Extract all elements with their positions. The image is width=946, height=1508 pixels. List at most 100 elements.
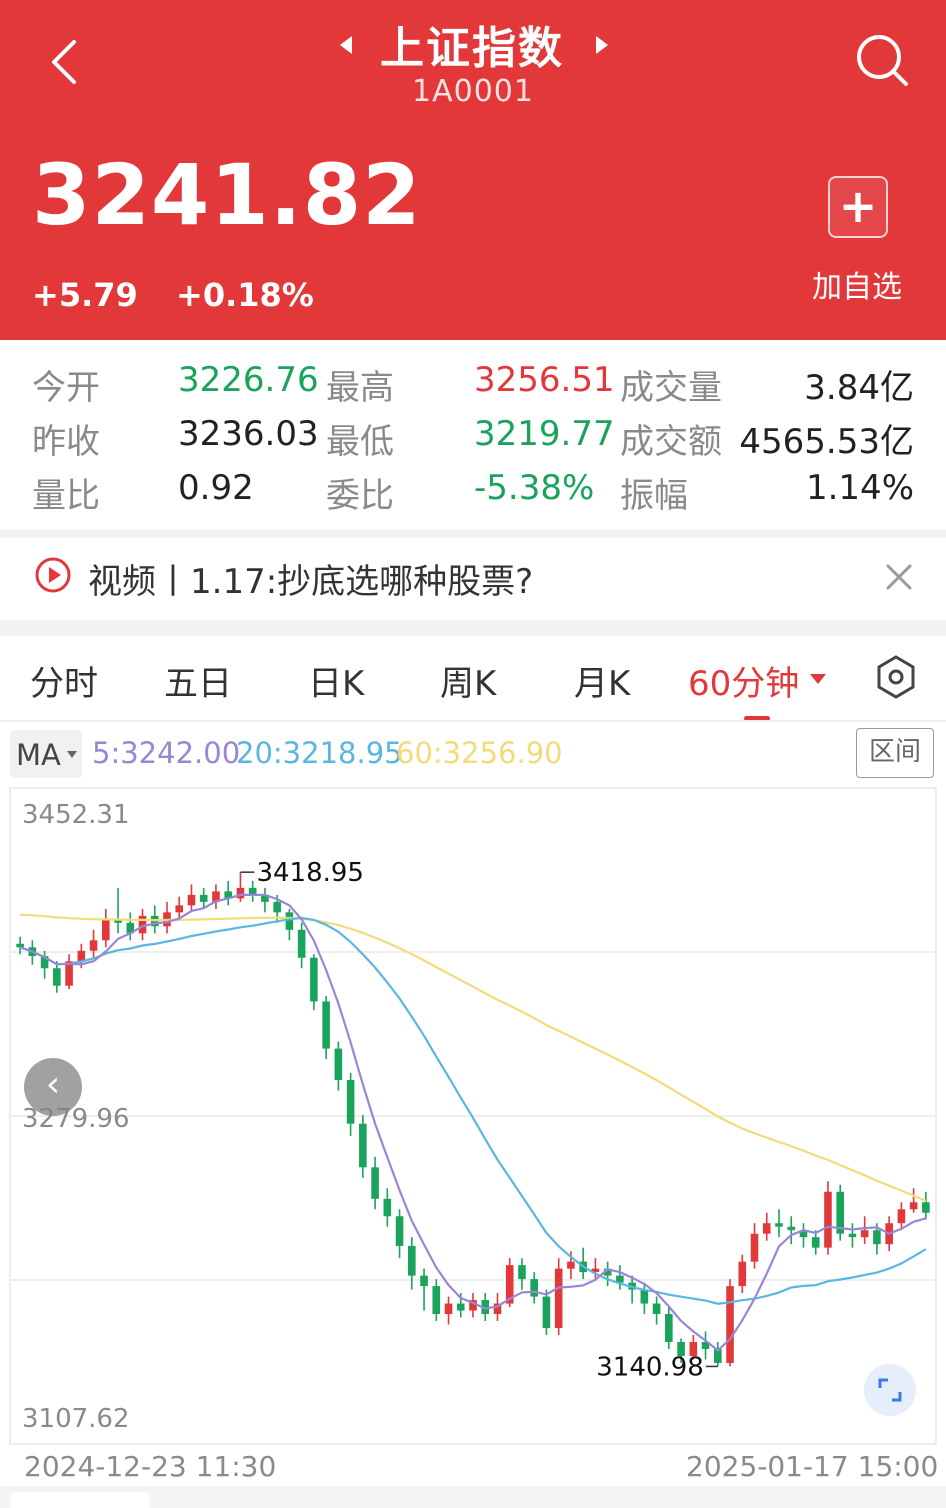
x-start-label: 2024-12-23 11:30 xyxy=(24,1450,277,1483)
candle-body xyxy=(456,1303,465,1311)
price-change: +5.79 xyxy=(32,276,138,314)
candle-body xyxy=(383,1198,392,1217)
candle-body xyxy=(395,1216,404,1246)
candle-body xyxy=(530,1279,538,1297)
candle-body xyxy=(199,894,208,902)
candle-body xyxy=(897,1209,906,1224)
candle-body xyxy=(665,1314,673,1342)
candle-body xyxy=(297,929,306,958)
candle-body xyxy=(567,1261,575,1269)
chart-period-tabs: 分时 五日 日K 周K 月K 60分钟 xyxy=(0,636,946,721)
candle-body xyxy=(285,912,294,930)
add-watchlist-button[interactable]: + xyxy=(828,176,888,238)
ma60-line xyxy=(20,913,927,1202)
chart-scroll-left-button[interactable]: ‹ xyxy=(24,1058,82,1116)
candle-body xyxy=(787,1226,796,1231)
tab-monthly-k[interactable]: 月K xyxy=(574,656,630,705)
news-bar[interactable]: 视频丨1.17:抄底选哪种股票? xyxy=(0,538,946,620)
candle-body xyxy=(77,950,86,962)
search-icon[interactable] xyxy=(852,30,912,90)
quote-value: 1.14% xyxy=(805,468,914,508)
quote-label: 委比 xyxy=(326,476,394,516)
candle-body xyxy=(310,957,318,1002)
candle-body xyxy=(359,1123,367,1168)
tab-weekly-k[interactable]: 周K xyxy=(440,656,496,705)
ma-indicator-bar: MA 5:3242.00 20:3218.95 60:3256.90 区间 xyxy=(0,726,946,786)
candle-body xyxy=(236,887,245,899)
expand-icon xyxy=(878,1378,902,1402)
candle-body xyxy=(640,1289,649,1304)
range-button[interactable]: 区间 xyxy=(856,728,934,778)
stock-header: 上证指数 1A0001 3241.82 +5.79 +0.18% + 加自选 xyxy=(0,0,946,340)
play-video-icon xyxy=(35,557,71,593)
ma5-line xyxy=(19,893,927,1352)
low-marker-label: 3140.98 xyxy=(596,1352,704,1382)
quote-value: 3236.03 xyxy=(178,414,319,454)
candle-body xyxy=(922,1202,930,1213)
dropdown-triangle-icon xyxy=(67,751,77,758)
candle-body xyxy=(762,1223,771,1234)
chart-canvas[interactable]: 3418.95 3140.98 xyxy=(0,786,946,1486)
candle-body xyxy=(346,1080,355,1124)
current-price: 3241.82 xyxy=(32,146,422,244)
candle-body xyxy=(175,905,184,913)
quote-value: 4565.53亿 xyxy=(739,422,914,462)
quote-label: 振幅 xyxy=(620,476,688,516)
quote-label: 最高 xyxy=(326,368,394,408)
high-marker-label: 3418.95 xyxy=(256,858,364,888)
candle-body xyxy=(738,1261,747,1287)
candle-body xyxy=(652,1303,661,1315)
candlestick-chart[interactable]: 3418.95 3140.98 3452.31 3279.96 3107.62 2… xyxy=(0,786,946,1486)
stock-title: 上证指数 xyxy=(380,23,564,74)
candle-body xyxy=(775,1223,783,1227)
candle-body xyxy=(518,1265,526,1280)
divider xyxy=(0,620,946,636)
plus-icon: + xyxy=(838,179,878,233)
quote-value: 3219.77 xyxy=(474,414,615,454)
ma-label: MA xyxy=(16,738,61,772)
stock-code: 1A0001 xyxy=(412,74,534,109)
candle-body xyxy=(102,919,110,941)
quote-label: 今开 xyxy=(32,368,100,408)
settings-hexagon-icon[interactable] xyxy=(874,654,918,700)
ma60-value: 60:3256.90 xyxy=(396,736,563,770)
tab-intraday[interactable]: 分时 xyxy=(30,656,98,705)
candle-body xyxy=(554,1268,563,1329)
candle-body xyxy=(322,1001,330,1049)
dropdown-triangle-icon[interactable] xyxy=(808,672,828,686)
tab-daily-k[interactable]: 日K xyxy=(308,656,364,705)
quote-value: 0.92 xyxy=(178,468,254,508)
candle-body xyxy=(811,1237,820,1248)
tab-five-day[interactable]: 五日 xyxy=(164,656,232,705)
divider xyxy=(0,720,946,722)
quote-panel: 今开 3226.76 最高 3256.51 成交量 3.84亿 昨收 3236.03 最低 321… xyxy=(0,340,946,530)
bottom-tab[interactable] xyxy=(10,1492,150,1508)
quote-label: 昨收 xyxy=(32,422,100,462)
y-tick-bottom: 3107.62 xyxy=(22,1404,130,1434)
quote-label: 最低 xyxy=(326,422,394,462)
candle-body xyxy=(873,1230,881,1245)
ma20-value: 20:3218.95 xyxy=(236,736,403,770)
fullscreen-button[interactable] xyxy=(864,1364,916,1416)
bottom-panel-peek xyxy=(0,1486,946,1508)
ma-selector[interactable]: MA xyxy=(10,730,82,778)
ma20-line xyxy=(19,916,927,1305)
add-watchlist-label[interactable]: 加自选 xyxy=(812,262,902,306)
candle-body xyxy=(273,901,281,913)
candle-body xyxy=(750,1233,759,1262)
x-end-label: 2025-01-17 15:00 xyxy=(686,1450,939,1483)
candle-body xyxy=(408,1245,416,1276)
prev-stock-icon[interactable] xyxy=(334,30,358,60)
candle-body xyxy=(542,1296,551,1329)
close-icon[interactable] xyxy=(884,562,914,592)
tab-60-minute[interactable]: 60分钟 xyxy=(688,656,799,705)
quote-value: -5.38% xyxy=(474,468,595,508)
candle-body xyxy=(432,1286,441,1315)
candle-body xyxy=(824,1191,832,1248)
news-headline[interactable]: 视频丨1.17:抄底选哪种股票? xyxy=(88,554,533,603)
candle-body xyxy=(53,968,61,986)
quote-value: 3.84亿 xyxy=(804,368,914,408)
candle-body xyxy=(89,940,98,951)
y-tick-top: 3452.31 xyxy=(22,800,130,830)
next-stock-icon[interactable] xyxy=(590,30,614,60)
